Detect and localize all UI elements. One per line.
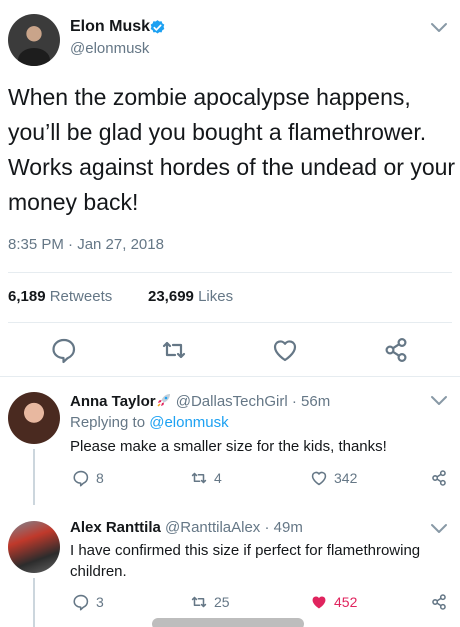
chevron-down-icon[interactable]: [430, 22, 448, 34]
reply-time: 49m: [273, 519, 303, 536]
like-count: 342: [334, 470, 358, 486]
scroll-indicator: [152, 618, 304, 627]
chevron-down-icon[interactable]: [430, 523, 448, 535]
share-icon[interactable]: [382, 336, 410, 364]
thread-line: [33, 449, 35, 505]
share-icon[interactable]: [430, 593, 448, 611]
share-icon[interactable]: [430, 469, 448, 487]
reply-count: 8: [96, 470, 104, 486]
reply-author-handle[interactable]: @DallasTechGirl: [176, 393, 288, 410]
likes-count: 23,699: [148, 288, 194, 305]
like-count: 452: [334, 594, 358, 610]
reply-text: I have confirmed this size if perfect fo…: [70, 542, 421, 580]
replying-to: Replying to @elonmusk: [70, 414, 229, 431]
retweet-icon[interactable]: [160, 336, 188, 364]
retweets-count: 6,189: [8, 288, 46, 305]
reply-author-name[interactable]: Anna Taylor: [70, 393, 156, 410]
reply-header: Anna Taylor @DallasTechGirl · 56m: [70, 393, 331, 410]
replying-handle-link[interactable]: @elonmusk: [149, 414, 228, 431]
reply-author-name[interactable]: Alex Ranttila: [70, 519, 161, 536]
divider: [8, 272, 452, 273]
reply-author-handle[interactable]: @RanttilaAlex: [165, 519, 260, 536]
reply-tweet[interactable]: Alex Ranttila @RanttilaAlex · 49m I have…: [0, 505, 460, 627]
tweet-timestamp[interactable]: 8:35 PM · Jan 27, 2018: [8, 236, 164, 253]
tweet-text: When the zombie apocalypse happens, you’…: [8, 84, 456, 215]
author-handle[interactable]: @elonmusk: [70, 40, 149, 57]
thread-line: [33, 578, 35, 627]
likes-label: Likes: [198, 288, 234, 305]
heart-icon: [312, 596, 326, 609]
reply-icon[interactable]: [50, 336, 78, 364]
reply-action[interactable]: 8: [72, 469, 104, 487]
heart-icon[interactable]: [271, 336, 299, 364]
reply-time: 56m: [301, 393, 331, 410]
replying-prefix: Replying to: [70, 414, 146, 431]
retweet-action[interactable]: 4: [190, 469, 222, 487]
retweet-count: 25: [214, 594, 230, 610]
chevron-down-icon[interactable]: [430, 395, 448, 407]
like-action[interactable]: 452: [310, 593, 357, 611]
rocket-emoji-icon: [157, 394, 170, 407]
heart-icon: [311, 471, 327, 486]
like-action[interactable]: 342: [310, 469, 357, 487]
reply-text: Please make a smaller size for the kids,…: [70, 438, 387, 455]
reply-action[interactable]: 3: [72, 593, 104, 611]
reply-count: 3: [96, 594, 104, 610]
verified-badge-icon: [150, 20, 165, 34]
reply-icon: [73, 594, 89, 611]
retweet-count: 4: [214, 470, 222, 486]
avatar[interactable]: [8, 14, 60, 66]
avatar[interactable]: [8, 392, 60, 444]
retweets-label: Retweets: [49, 288, 113, 305]
reply-icon: [73, 470, 89, 487]
retweet-icon: [191, 472, 207, 484]
avatar[interactable]: [8, 521, 60, 573]
author-name[interactable]: Elon Musk: [70, 18, 150, 36]
reply-tweet[interactable]: Anna Taylor @DallasTechGirl · 56m Replyi…: [0, 377, 460, 505]
retweet-action[interactable]: 25: [190, 593, 230, 611]
retweet-icon: [191, 596, 207, 608]
divider: [8, 322, 452, 323]
likes-stat[interactable]: 23,699 Likes: [148, 288, 233, 305]
reply-header: Alex Ranttila @RanttilaAlex · 49m: [70, 519, 303, 536]
retweets-stat[interactable]: 6,189 Retweets: [8, 288, 112, 305]
